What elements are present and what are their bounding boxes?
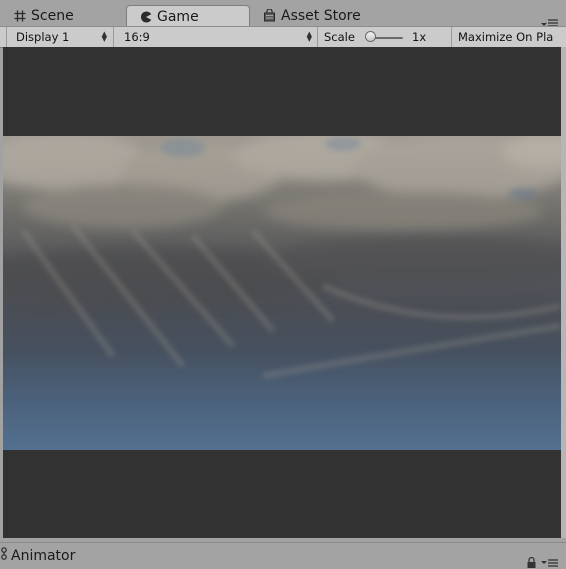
menu-lines-icon	[548, 558, 558, 567]
scale-slider-thumb[interactable]	[365, 31, 376, 42]
pacman-icon	[140, 11, 152, 23]
aspect-dropdown-label: 16:9	[124, 30, 150, 44]
tab-menu-button[interactable]	[541, 558, 558, 567]
unity-editor-window: Scene Game Asset Store Display 1 ▲ ▼ 16:…	[0, 0, 566, 569]
toolbar-separator	[317, 27, 318, 47]
tab-animator[interactable]: Animator	[0, 547, 75, 565]
game-view[interactable]	[3, 47, 561, 538]
tab-animator-label: Animator	[11, 548, 76, 564]
game-toolbar: Display 1 ▲ ▼ 16:9 ▲ ▼ Scale 1x Maximize O…	[0, 26, 566, 48]
lock-icon[interactable]	[527, 553, 536, 569]
tab-asset-store[interactable]: Asset Store	[263, 5, 361, 26]
maximize-on-play-toggle[interactable]: Maximize On Pla	[458, 27, 566, 47]
animator-header-controls	[527, 553, 558, 569]
cloud-layer	[3, 136, 561, 379]
grid-icon	[14, 10, 26, 22]
updown-arrows-icon: ▲ ▼	[101, 30, 107, 43]
aspect-dropdown[interactable]: 16:9 ▲ ▼	[114, 27, 317, 47]
panel-edge	[561, 47, 566, 538]
tab-game-label: Game	[157, 8, 199, 25]
dropdown-arrow-icon	[541, 561, 547, 564]
tab-bar: Scene Game Asset Store	[0, 0, 566, 27]
skybox-render	[3, 136, 561, 450]
display-dropdown[interactable]: Display 1 ▲ ▼	[7, 27, 112, 47]
animator-icon	[0, 547, 8, 565]
display-dropdown-label: Display 1	[16, 30, 70, 44]
tab-scene-label: Scene	[31, 7, 74, 24]
maximize-on-play-label: Maximize On Pla	[458, 30, 554, 44]
animator-panel-header: Animator	[0, 542, 566, 569]
scale-value: 1x	[412, 30, 427, 44]
tab-scene[interactable]: Scene	[14, 5, 74, 26]
shopping-bag-icon	[263, 9, 276, 22]
tab-game[interactable]: Game	[126, 5, 250, 27]
tab-asset-store-label: Asset Store	[281, 7, 361, 24]
toolbar-separator	[451, 27, 452, 47]
scale-slider-track[interactable]	[373, 37, 403, 39]
scale-label: Scale	[324, 30, 355, 44]
updown-arrows-icon: ▲ ▼	[306, 30, 312, 43]
